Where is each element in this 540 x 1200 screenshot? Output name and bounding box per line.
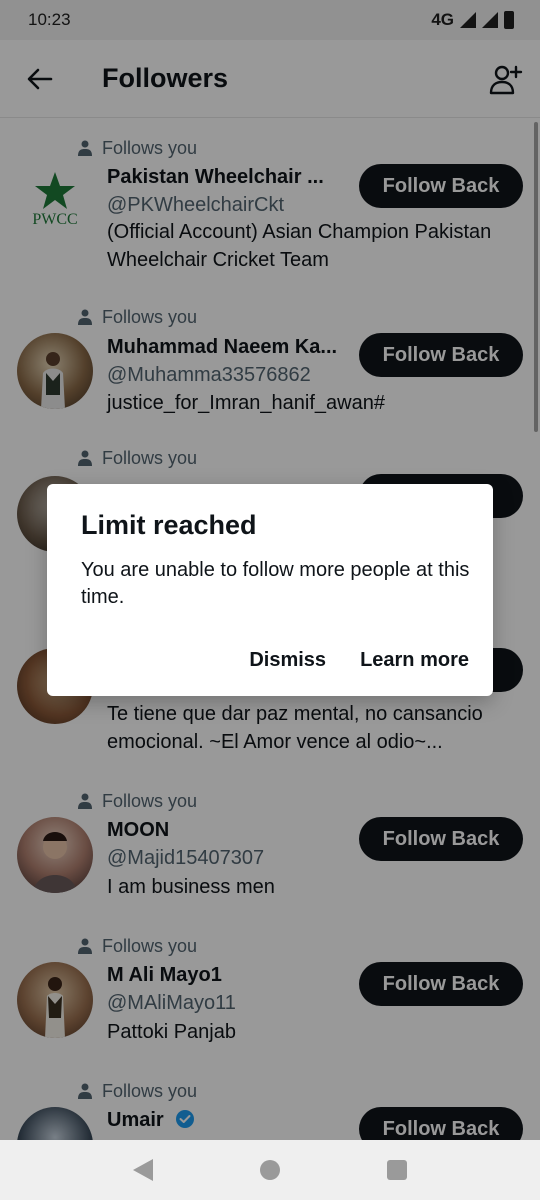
dialog-title: Limit reached [81, 510, 257, 540]
nav-back-button[interactable] [123, 1150, 163, 1190]
triangle-back-icon [133, 1159, 154, 1181]
dialog-actions: Dismiss Learn more [249, 649, 469, 672]
limit-reached-dialog: Limit reached You are unable to follow m… [47, 484, 493, 696]
nav-home-button[interactable] [250, 1150, 290, 1190]
system-nav-bar [0, 1140, 540, 1200]
learn-more-button[interactable]: Learn more [360, 649, 469, 672]
nav-recents-button[interactable] [377, 1150, 417, 1190]
dismiss-button[interactable]: Dismiss [249, 649, 326, 672]
screen: 10:23 4G Followers Follows you PWCC Paki… [0, 0, 540, 1200]
dialog-message: You are unable to follow more people at … [81, 559, 470, 608]
square-recents-icon [386, 1160, 407, 1180]
circle-home-icon [259, 1160, 280, 1180]
